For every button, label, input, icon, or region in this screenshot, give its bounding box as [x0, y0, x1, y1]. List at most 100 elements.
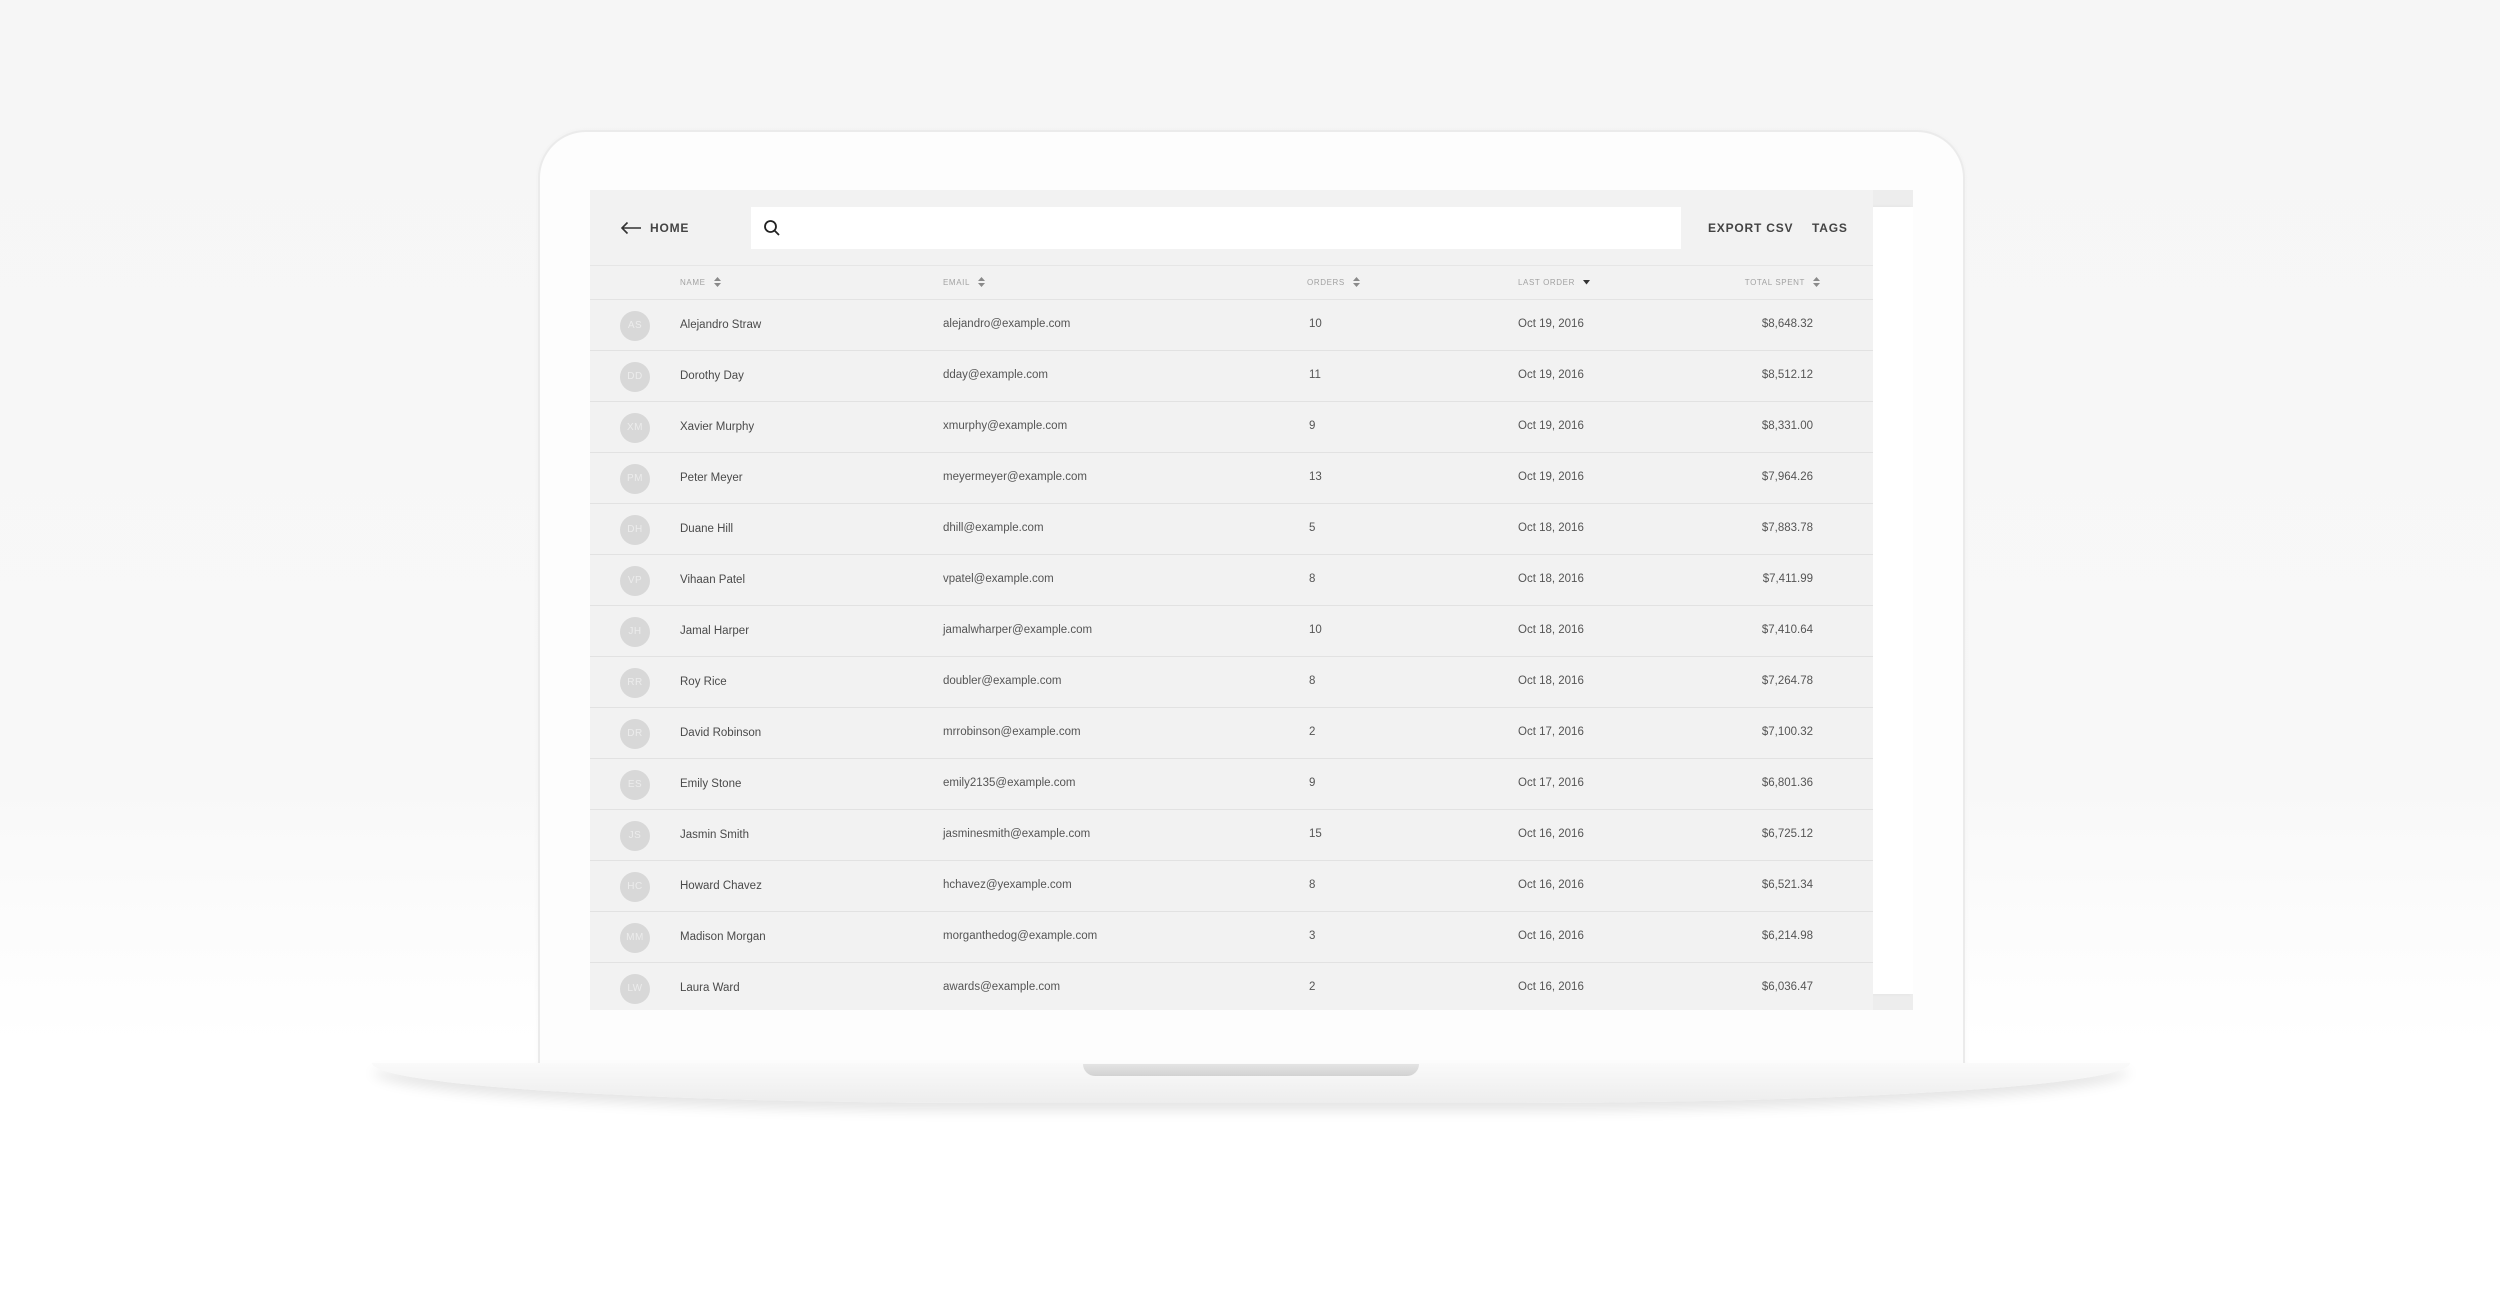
customer-name: David Robinson [680, 727, 762, 739]
customer-last-order: Oct 17, 2016 [1518, 726, 1584, 738]
avatar: XM [620, 413, 650, 443]
customer-last-order: Oct 18, 2016 [1518, 675, 1584, 687]
customer-email: morganthedog@example.com [943, 930, 1098, 942]
customer-total-spent: $7,964.26 [1761, 471, 1813, 483]
sort-icon [713, 277, 721, 287]
customer-total-spent: $7,264.78 [1761, 675, 1813, 687]
customer-name: Howard Chavez [680, 880, 762, 892]
customer-last-order: Oct 16, 2016 [1518, 981, 1584, 993]
customer-orders: 8 [1309, 573, 1316, 585]
customer-last-order: Oct 18, 2016 [1518, 573, 1584, 585]
mockup-stage: HOME EXPORT CSV TAGS NAME EMAIL ORDERS L… [0, 0, 2500, 1303]
table-row[interactable]: XM Xavier Murphy xmurphy@example.com 9 O… [590, 402, 1873, 453]
table-row[interactable]: DH Duane Hill dhill@example.com 5 Oct 18… [590, 504, 1873, 555]
customer-name: Roy Rice [680, 676, 727, 688]
column-header-total-spent[interactable]: TOTAL SPENT [1745, 277, 1820, 287]
customer-email: xmurphy@example.com [943, 420, 1068, 432]
table-row[interactable]: ES Emily Stone emily2135@example.com 9 O… [590, 759, 1873, 810]
customer-email: vpatel@example.com [943, 573, 1054, 585]
customer-orders: 11 [1309, 369, 1321, 381]
customer-orders: 2 [1309, 981, 1316, 993]
customer-total-spent: $8,512.12 [1761, 369, 1813, 381]
customer-last-order: Oct 19, 2016 [1518, 420, 1584, 432]
column-header-total-spent-label: TOTAL SPENT [1744, 277, 1805, 287]
search-icon [764, 220, 780, 236]
laptop-screen: HOME EXPORT CSV TAGS NAME EMAIL ORDERS L… [590, 190, 1913, 1010]
column-header-email[interactable]: EMAIL [943, 277, 986, 287]
avatar: DD [620, 362, 650, 392]
customer-name: Alejandro Straw [680, 319, 762, 331]
customer-email: awards@example.com [943, 981, 1061, 993]
customer-orders: 15 [1309, 828, 1322, 840]
customer-total-spent: $6,214.98 [1761, 930, 1813, 942]
table-row[interactable]: HC Howard Chavez hchavez@yexample.com 8 … [590, 861, 1873, 912]
table-row[interactable]: RR Roy Rice doubler@example.com 8 Oct 18… [590, 657, 1873, 708]
customer-last-order: Oct 17, 2016 [1518, 777, 1584, 789]
column-header-orders[interactable]: ORDERS [1307, 277, 1360, 287]
customer-orders: 9 [1309, 777, 1316, 789]
customer-email: mrrobinson@example.com [943, 726, 1081, 738]
arrow-left-icon [620, 221, 641, 235]
customer-email: alejandro@example.com [943, 318, 1071, 330]
avatar: PM [620, 464, 650, 494]
customer-email: dhill@example.com [943, 522, 1044, 534]
laptop-notch [1083, 1064, 1419, 1076]
avatar: MM [620, 923, 650, 953]
search-box[interactable] [751, 206, 1681, 250]
avatar: RR [620, 668, 650, 698]
home-link[interactable]: HOME [620, 216, 689, 240]
customer-total-spent: $7,411.99 [1762, 573, 1813, 585]
customer-orders: 10 [1309, 624, 1322, 636]
column-header-orders-label: ORDERS [1307, 277, 1345, 287]
customer-email: doubler@example.com [943, 675, 1062, 687]
search-input[interactable] [781, 206, 1681, 250]
column-header-email-label: EMAIL [943, 277, 971, 287]
table-row[interactable]: JH Jamal Harper jamalwharper@example.com… [590, 606, 1873, 657]
customer-orders: 8 [1309, 675, 1316, 687]
table-row[interactable]: VP Vihaan Patel vpatel@example.com 8 Oct… [590, 555, 1873, 606]
column-header-name-label: NAME [680, 277, 706, 287]
avatar: JS [620, 821, 650, 851]
avatar: DH [620, 515, 650, 545]
customer-name: Vihaan Patel [680, 574, 746, 586]
table-row[interactable]: JS Jasmin Smith jasminesmith@example.com… [590, 810, 1873, 861]
table-row[interactable]: DR David Robinson mrrobinson@example.com… [590, 708, 1873, 759]
table-row[interactable]: PM Peter Meyer meyermeyer@example.com 13… [590, 453, 1873, 504]
table-header: NAME EMAIL ORDERS LAST ORDER TOTAL SPENT [590, 266, 1873, 300]
table-row[interactable]: MM Madison Morgan morganthedog@example.c… [590, 912, 1873, 963]
customer-last-order: Oct 16, 2016 [1518, 879, 1584, 891]
customer-last-order: Oct 16, 2016 [1518, 930, 1584, 942]
avatar: HC [620, 872, 650, 902]
customer-last-order: Oct 19, 2016 [1518, 471, 1584, 483]
table-row[interactable]: AS Alejandro Straw alejandro@example.com… [590, 300, 1873, 351]
sort-icon [1352, 277, 1360, 287]
avatar: VP [620, 566, 650, 596]
column-header-last-order[interactable]: LAST ORDER [1518, 277, 1590, 287]
customer-total-spent: $6,036.47 [1761, 981, 1813, 993]
table-row[interactable]: DD Dorothy Day dday@example.com 11 Oct 1… [590, 351, 1873, 402]
customer-last-order: Oct 16, 2016 [1518, 828, 1584, 840]
customer-last-order: Oct 18, 2016 [1518, 522, 1584, 534]
sort-icon [978, 277, 986, 287]
column-header-name[interactable]: NAME [680, 277, 721, 287]
home-label: HOME [650, 221, 690, 235]
caret-down-icon [1582, 280, 1590, 285]
export-csv-button[interactable]: EXPORT CSV [1708, 216, 1793, 240]
customer-total-spent: $7,100.32 [1761, 726, 1813, 738]
customer-email: jamalwharper@example.com [943, 624, 1093, 636]
customer-total-spent: $8,331.00 [1761, 420, 1813, 432]
customer-total-spent: $7,883.78 [1761, 522, 1813, 534]
customer-name: Madison Morgan [680, 931, 766, 943]
customer-email: emily2135@example.com [943, 777, 1076, 789]
avatar: AS [620, 311, 650, 341]
customers-app: HOME EXPORT CSV TAGS NAME EMAIL ORDERS L… [590, 190, 1873, 1010]
avatar: ES [620, 770, 650, 800]
customer-email: meyermeyer@example.com [943, 471, 1087, 483]
customer-orders: 5 [1309, 522, 1316, 534]
table-row[interactable]: LW Laura Ward awards@example.com 2 Oct 1… [590, 963, 1873, 1010]
tags-button[interactable]: TAGS [1812, 216, 1848, 240]
customer-total-spent: $6,725.12 [1761, 828, 1813, 840]
customer-last-order: Oct 19, 2016 [1518, 369, 1584, 381]
app-header: HOME EXPORT CSV TAGS [590, 190, 1873, 266]
customer-email: dday@example.com [943, 369, 1048, 381]
